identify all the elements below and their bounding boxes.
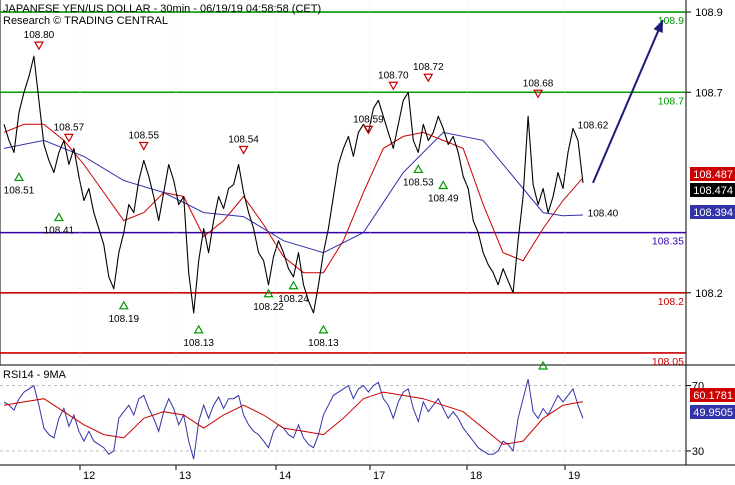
y-tick-label: 108.2 <box>695 288 723 300</box>
swing-low-label: 108.49 <box>428 193 459 204</box>
swing-high-label: 108.59 <box>353 114 384 125</box>
y-tick-label: 108.9 <box>695 7 723 19</box>
rsi-value-badge-label: 60.1781 <box>693 390 733 402</box>
value-badges: 108.487 108.474 108.394 <box>690 167 735 219</box>
level-label: 108.05 <box>652 356 684 368</box>
swing-high-label: 108.80 <box>24 30 55 41</box>
value-badge-label: 108.487 <box>693 169 733 181</box>
level-label: 108.35 <box>652 236 684 248</box>
chart-svg: 108.9108.7108.35108.2108.05 108.80108.57… <box>0 0 735 482</box>
swing-low-label: 108.24 <box>278 294 309 305</box>
swing-high-label: 108.55 <box>128 130 159 141</box>
chart: 108.9 108.7 108.35 108.2 108.05 108.80 108.57… <box>0 0 735 482</box>
level-label: 108.2 <box>658 296 684 308</box>
swing-high-label: 108.70 <box>378 70 409 81</box>
price-annotation: 108.40 <box>588 209 619 220</box>
rsi-value-badge-label: 49.9505 <box>693 407 733 419</box>
price-annotation: 108.62 <box>578 120 609 131</box>
swing-high-label: 108.68 <box>523 78 554 89</box>
value-badge-label: 108.474 <box>693 185 733 197</box>
rsi-y-tick-label: 30 <box>692 446 704 458</box>
x-tick-label: 19 <box>568 470 580 480</box>
swing-high-label: 108.72 <box>413 62 444 73</box>
x-tick-label: 13 <box>179 470 191 480</box>
swing-low-label: 108.41 <box>44 226 75 237</box>
level-label: 108.7 <box>658 95 684 107</box>
swing-high-label: 108.54 <box>228 134 259 145</box>
swing-low-label: 108.19 <box>108 314 139 325</box>
swing-low-label: 108.51 <box>4 185 35 196</box>
x-tick-label: 17 <box>373 470 385 480</box>
swing-low-label: 108.13 <box>183 338 214 349</box>
x-tick-label: 18 <box>470 470 482 480</box>
x-tick-label: 12 <box>83 470 95 480</box>
rsi-panel-title: RSI14 - 9MA <box>3 369 67 381</box>
value-badge-label: 108.394 <box>693 207 733 219</box>
swing-low-label: 108.53 <box>403 177 434 188</box>
swing-low-label: 108.13 <box>308 338 339 349</box>
x-tick-label: 14 <box>279 470 291 480</box>
chart-title: JAPANESE YEN/US DOLLAR - 30min - 06/19/1… <box>3 3 321 15</box>
chart-background <box>0 0 735 480</box>
chart-subtitle: Research © TRADING CENTRAL <box>3 15 168 27</box>
y-tick-label: 108.7 <box>695 87 723 99</box>
